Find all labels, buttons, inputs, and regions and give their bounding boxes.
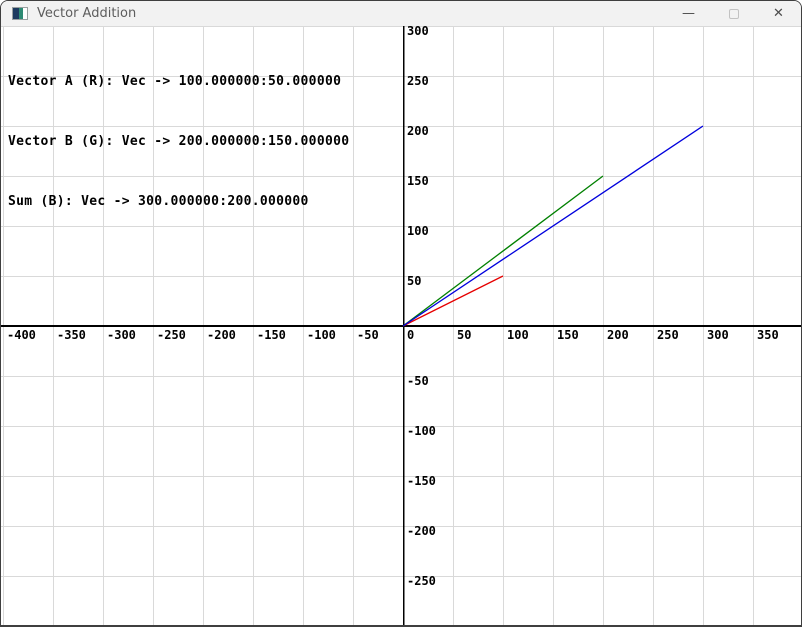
- x-tick-label: -50: [357, 328, 379, 342]
- x-tick-label: 300: [707, 328, 729, 342]
- x-tick-label: 350: [757, 328, 779, 342]
- title-bar-left: Vector Addition: [1, 6, 666, 21]
- plot-area: -400 -350 -300 -250 -200 -150 -100 -50 0 50 100 150…: [1, 26, 801, 625]
- y-tick-label: 50: [407, 274, 421, 288]
- x-tick-label: -100: [307, 328, 336, 342]
- vector-b-readout: Vector B (G): Vec -> 200.000000:150.0000…: [8, 132, 349, 152]
- app-icon-white-stripe: [23, 8, 27, 19]
- y-tick-label: 250: [407, 74, 429, 88]
- x-tick-label: -400: [7, 328, 36, 342]
- x-tick-label: -300: [107, 328, 136, 342]
- y-tick-label: 300: [407, 26, 429, 38]
- y-tick-label: -100: [407, 424, 436, 438]
- maximize-icon: [729, 9, 739, 19]
- app-window: Vector Addition — ✕ -400 -350 -300 -250 -200…: [0, 0, 802, 627]
- x-tick-label: -200: [207, 328, 236, 342]
- window-title: Vector Addition: [37, 6, 136, 21]
- y-tick-label: -250: [407, 574, 436, 588]
- y-tick-label: 200: [407, 124, 429, 138]
- y-tick-label: 100: [407, 224, 429, 238]
- vector-sum-readout: Sum (B): Vec -> 300.000000:200.000000: [8, 192, 349, 212]
- y-tick-label: -200: [407, 524, 436, 538]
- x-tick-label: -250: [157, 328, 186, 342]
- x-tick-label: -350: [57, 328, 86, 342]
- y-tick-label: -50: [407, 374, 429, 388]
- x-tick-label: 250: [657, 328, 679, 342]
- x-tick-label: -150: [257, 328, 286, 342]
- window-controls: — ✕: [666, 1, 801, 26]
- y-tick-label: -150: [407, 474, 436, 488]
- close-icon: ✕: [773, 6, 784, 21]
- x-tick-label: 0: [407, 328, 414, 342]
- minimize-icon: —: [682, 6, 695, 21]
- x-tick-label: 200: [607, 328, 629, 342]
- maximize-button: [711, 1, 756, 26]
- minimize-button[interactable]: —: [666, 1, 711, 26]
- title-bar: Vector Addition — ✕: [1, 1, 801, 26]
- close-button[interactable]: ✕: [756, 1, 801, 26]
- x-tick-label: 100: [507, 328, 529, 342]
- x-tick-label: 50: [457, 328, 471, 342]
- vector-readout: Vector A (R): Vec -> 100.000000:50.00000…: [8, 32, 349, 252]
- app-icon: [12, 7, 28, 20]
- vector-a-readout: Vector A (R): Vec -> 100.000000:50.00000…: [8, 72, 349, 92]
- y-tick-label: 150: [407, 174, 429, 188]
- x-tick-label: 150: [557, 328, 579, 342]
